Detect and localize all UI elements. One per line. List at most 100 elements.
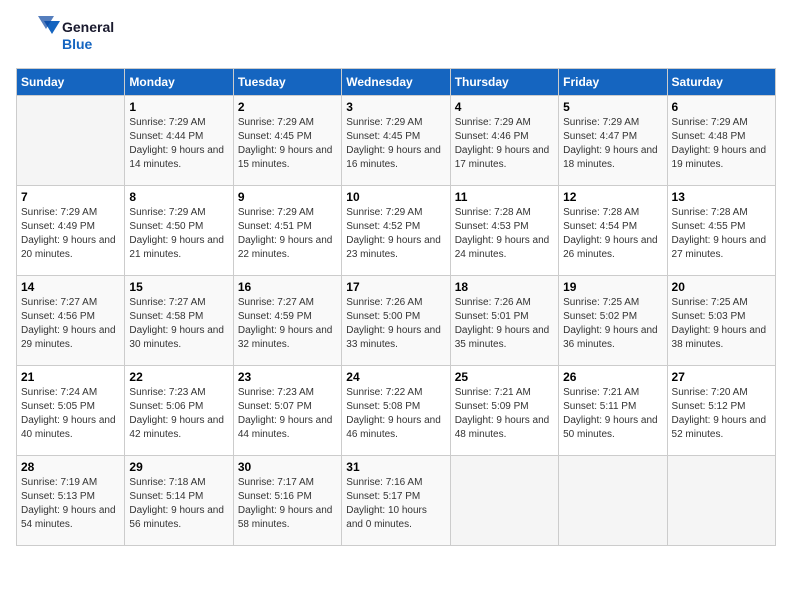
day-cell: 24 Sunrise: 7:22 AMSunset: 5:08 PMDayligh… (342, 366, 450, 456)
day-number: 29 (129, 460, 228, 474)
header-row: SundayMondayTuesdayWednesdayThursdayFrid… (17, 69, 776, 96)
day-number: 11 (455, 190, 554, 204)
day-cell: 16 Sunrise: 7:27 AMSunset: 4:59 PMDayligh… (233, 276, 341, 366)
day-number: 23 (238, 370, 337, 384)
day-cell (17, 96, 125, 186)
day-cell: 8 Sunrise: 7:29 AMSunset: 4:50 PMDaylight… (125, 186, 233, 276)
day-number: 31 (346, 460, 445, 474)
logo-svg (16, 16, 60, 56)
logo-general-text: General (62, 19, 114, 36)
day-cell: 22Sunrise: 7:23 AMSunset: 5:06 PMDayligh… (125, 366, 233, 456)
day-info: Sunrise: 7:29 AMSunset: 4:44 PMDaylight:… (129, 116, 228, 172)
day-cell (450, 456, 558, 546)
day-info: Sunrise: 7:28 AMSunset: 4:54 PMDaylight:… (563, 206, 662, 262)
logo-blue-text: Blue (62, 36, 114, 53)
day-cell: 19 Sunrise: 7:25 AMSunset: 5:02 PMDayligh… (559, 276, 667, 366)
day-number: 7 (21, 190, 120, 204)
week-row-4: 21Sunrise: 7:24 AMSunset: 5:05 PMDayligh… (17, 366, 776, 456)
day-cell: 1 Sunrise: 7:29 AMSunset: 4:44 PMDaylight… (125, 96, 233, 186)
day-info: Sunrise: 7:19 AMSunset: 5:13 PMDaylight:… (21, 476, 120, 532)
day-number: 10 (346, 190, 445, 204)
day-number: 4 (455, 100, 554, 114)
day-number: 19 (563, 280, 662, 294)
day-number: 20 (672, 280, 771, 294)
day-number: 17 (346, 280, 445, 294)
day-info: Sunrise: 7:29 AMSunset: 4:45 PMDaylight:… (346, 116, 445, 172)
day-number: 9 (238, 190, 337, 204)
day-cell: 14 Sunrise: 7:27 AMSunset: 4:56 PMDayligh… (17, 276, 125, 366)
day-number: 24 (346, 370, 445, 384)
day-info: Sunrise: 7:29 AMSunset: 4:46 PMDaylight:… (455, 116, 554, 172)
day-cell: 21Sunrise: 7:24 AMSunset: 5:05 PMDayligh… (17, 366, 125, 456)
week-row-3: 14 Sunrise: 7:27 AMSunset: 4:56 PMDayligh… (17, 276, 776, 366)
day-info: Sunrise: 7:29 AMSunset: 4:51 PMDaylight:… (238, 206, 337, 262)
day-info: Sunrise: 7:25 AMSunset: 5:03 PMDaylight:… (672, 296, 771, 352)
calendar-table: SundayMondayTuesdayWednesdayThursdayFrid… (16, 68, 776, 546)
day-number: 30 (238, 460, 337, 474)
day-cell: 29Sunrise: 7:18 AMSunset: 5:14 PMDayligh… (125, 456, 233, 546)
day-info: Sunrise: 7:27 AMSunset: 4:56 PMDaylight:… (21, 296, 120, 352)
day-cell: 9 Sunrise: 7:29 AMSunset: 4:51 PMDaylight… (233, 186, 341, 276)
day-number: 28 (21, 460, 120, 474)
day-number: 14 (21, 280, 120, 294)
week-row-5: 28 Sunrise: 7:19 AMSunset: 5:13 PMDayligh… (17, 456, 776, 546)
day-info: Sunrise: 7:24 AMSunset: 5:05 PMDaylight:… (21, 386, 120, 442)
day-cell: 4 Sunrise: 7:29 AMSunset: 4:46 PMDaylight… (450, 96, 558, 186)
day-cell: 23 Sunrise: 7:23 AMSunset: 5:07 PMDayligh… (233, 366, 341, 456)
day-info: Sunrise: 7:29 AMSunset: 4:48 PMDaylight:… (672, 116, 771, 172)
day-cell: 25Sunrise: 7:21 AMSunset: 5:09 PMDayligh… (450, 366, 558, 456)
day-cell (667, 456, 775, 546)
day-number: 27 (672, 370, 771, 384)
day-info: Sunrise: 7:27 AMSunset: 4:58 PMDaylight:… (129, 296, 228, 352)
header-cell-thursday: Thursday (450, 69, 558, 96)
day-cell: 27 Sunrise: 7:20 AMSunset: 5:12 PMDayligh… (667, 366, 775, 456)
day-info: Sunrise: 7:25 AMSunset: 5:02 PMDaylight:… (563, 296, 662, 352)
day-info: Sunrise: 7:28 AMSunset: 4:55 PMDaylight:… (672, 206, 771, 262)
day-info: Sunrise: 7:29 AMSunset: 4:45 PMDaylight:… (238, 116, 337, 172)
header-cell-friday: Friday (559, 69, 667, 96)
day-cell: 15Sunrise: 7:27 AMSunset: 4:58 PMDayligh… (125, 276, 233, 366)
day-info: Sunrise: 7:23 AMSunset: 5:07 PMDaylight:… (238, 386, 337, 442)
day-number: 26 (563, 370, 662, 384)
header-cell-wednesday: Wednesday (342, 69, 450, 96)
day-number: 1 (129, 100, 228, 114)
day-cell: 6 Sunrise: 7:29 AMSunset: 4:48 PMDaylight… (667, 96, 775, 186)
day-number: 12 (563, 190, 662, 204)
day-number: 2 (238, 100, 337, 114)
day-info: Sunrise: 7:29 AMSunset: 4:50 PMDaylight:… (129, 206, 228, 262)
day-info: Sunrise: 7:27 AMSunset: 4:59 PMDaylight:… (238, 296, 337, 352)
day-info: Sunrise: 7:22 AMSunset: 5:08 PMDaylight:… (346, 386, 445, 442)
header-cell-tuesday: Tuesday (233, 69, 341, 96)
day-number: 3 (346, 100, 445, 114)
day-info: Sunrise: 7:20 AMSunset: 5:12 PMDaylight:… (672, 386, 771, 442)
day-info: Sunrise: 7:21 AMSunset: 5:11 PMDaylight:… (563, 386, 662, 442)
day-info: Sunrise: 7:29 AMSunset: 4:47 PMDaylight:… (563, 116, 662, 172)
day-cell: 31 Sunrise: 7:16 AMSunset: 5:17 PMDayligh… (342, 456, 450, 546)
day-number: 6 (672, 100, 771, 114)
day-info: Sunrise: 7:23 AMSunset: 5:06 PMDaylight:… (129, 386, 228, 442)
day-number: 5 (563, 100, 662, 114)
week-row-2: 7 Sunrise: 7:29 AMSunset: 4:49 PMDaylight… (17, 186, 776, 276)
day-number: 18 (455, 280, 554, 294)
day-info: Sunrise: 7:21 AMSunset: 5:09 PMDaylight:… (455, 386, 554, 442)
day-cell: 10 Sunrise: 7:29 AMSunset: 4:52 PMDayligh… (342, 186, 450, 276)
day-info: Sunrise: 7:29 AMSunset: 4:49 PMDaylight:… (21, 206, 120, 262)
day-cell: 13 Sunrise: 7:28 AMSunset: 4:55 PMDayligh… (667, 186, 775, 276)
day-number: 16 (238, 280, 337, 294)
header-cell-sunday: Sunday (17, 69, 125, 96)
day-cell (559, 456, 667, 546)
day-info: Sunrise: 7:26 AMSunset: 5:00 PMDaylight:… (346, 296, 445, 352)
day-cell: 26 Sunrise: 7:21 AMSunset: 5:11 PMDayligh… (559, 366, 667, 456)
day-info: Sunrise: 7:29 AMSunset: 4:52 PMDaylight:… (346, 206, 445, 262)
day-info: Sunrise: 7:26 AMSunset: 5:01 PMDaylight:… (455, 296, 554, 352)
day-cell: 30Sunrise: 7:17 AMSunset: 5:16 PMDayligh… (233, 456, 341, 546)
page-header: General Blue (16, 16, 776, 56)
day-cell: 12 Sunrise: 7:28 AMSunset: 4:54 PMDayligh… (559, 186, 667, 276)
day-number: 13 (672, 190, 771, 204)
day-cell: 5 Sunrise: 7:29 AMSunset: 4:47 PMDaylight… (559, 96, 667, 186)
header-cell-saturday: Saturday (667, 69, 775, 96)
day-cell: 2 Sunrise: 7:29 AMSunset: 4:45 PMDaylight… (233, 96, 341, 186)
day-cell: 3 Sunrise: 7:29 AMSunset: 4:45 PMDaylight… (342, 96, 450, 186)
day-number: 8 (129, 190, 228, 204)
day-info: Sunrise: 7:16 AMSunset: 5:17 PMDaylight:… (346, 476, 445, 532)
